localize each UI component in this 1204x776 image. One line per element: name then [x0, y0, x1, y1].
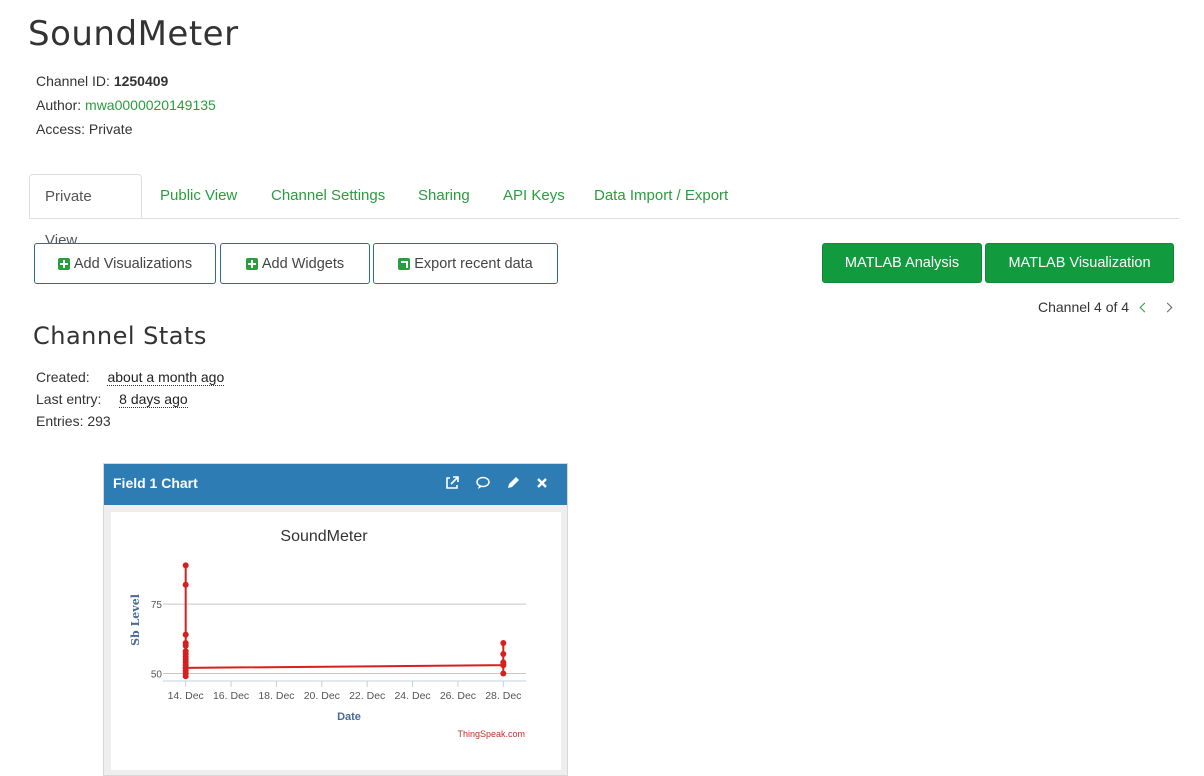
- data-point: [182, 631, 189, 638]
- tab-data-import-export[interactable]: Data Import / Export: [579, 174, 743, 217]
- data-point: [182, 664, 189, 671]
- access-row: Access: Private: [36, 121, 132, 137]
- comment-icon[interactable]: [475, 475, 491, 491]
- author-row: Author: mwa0000020149135: [36, 97, 216, 113]
- channel-stats-heading: Channel Stats: [33, 322, 207, 350]
- entries-row: Entries: 293: [36, 413, 111, 429]
- x-tick-label: 18. Dec: [258, 690, 294, 702]
- data-point: [182, 670, 189, 677]
- x-tick-label: 14. Dec: [168, 690, 204, 702]
- tab-public-view[interactable]: Public View: [145, 174, 252, 217]
- last-entry-label: Last entry:: [36, 391, 102, 407]
- series-line: [184, 565, 505, 677]
- created-value: about a month ago: [107, 369, 225, 386]
- plus-icon: [57, 257, 70, 270]
- matlab-analysis-button[interactable]: MATLAB Analysis: [822, 243, 982, 283]
- external-link-icon[interactable]: [444, 475, 460, 491]
- plus-icon: [245, 257, 258, 270]
- data-point: [500, 651, 507, 658]
- x-tick-label: 20. Dec: [304, 690, 340, 702]
- data-point: [182, 562, 189, 569]
- data-point: [182, 581, 189, 588]
- close-icon[interactable]: [534, 475, 550, 491]
- x-tick-label: 24. Dec: [394, 690, 430, 702]
- x-tick-label: 22. Dec: [349, 690, 385, 702]
- author-label: Author:: [36, 97, 82, 113]
- add-visualizations-button[interactable]: Add Visualizations: [34, 243, 216, 284]
- pager-text: Channel 4 of 4: [1038, 299, 1130, 315]
- channel-title: SoundMeter: [28, 14, 239, 54]
- chart-title: SoundMeter: [280, 528, 368, 545]
- panel-title: Field 1 Chart: [113, 475, 198, 491]
- access-value: Private: [88, 121, 133, 137]
- channel-id-value: 1250409: [113, 73, 169, 89]
- y-tick-label: 75: [151, 600, 163, 611]
- x-tick-label: 26. Dec: [440, 690, 476, 702]
- tab-api-keys[interactable]: API Keys: [488, 174, 580, 217]
- add-visualizations-label: Add Visualizations: [73, 255, 193, 272]
- chart-credit[interactable]: ThingSpeak.com: [457, 729, 525, 739]
- data-point: [500, 639, 507, 646]
- channel-id-label: Channel ID:: [36, 73, 110, 89]
- tab-private-view[interactable]: Private View: [29, 174, 142, 249]
- channel-pager: Channel 4 of 4: [1038, 299, 1173, 315]
- export-recent-data-label: Export recent data: [414, 255, 533, 272]
- chart-svg: SoundMeter Sb Level Date ThingSpeak.com …: [129, 528, 526, 739]
- matlab-visualization-button[interactable]: MATLAB Visualization: [985, 243, 1174, 283]
- last-entry-row: Last entry: 8 days ago: [36, 391, 188, 408]
- x-axis-label: Date: [337, 711, 361, 723]
- add-widgets-button[interactable]: Add Widgets: [220, 243, 370, 284]
- y-axis-label: Sb Level: [129, 594, 142, 646]
- export-recent-data-button[interactable]: Export recent data: [373, 243, 558, 284]
- author-link[interactable]: mwa0000020149135: [85, 97, 216, 113]
- chart-container: SoundMeter Sb Level Date ThingSpeak.com …: [111, 512, 561, 770]
- y-tick-label: 50: [151, 669, 163, 680]
- field-1-chart-panel: Field 1 Chart SoundMeter Sb Level Date T…: [103, 463, 568, 776]
- data-point: [500, 662, 507, 669]
- entries-value: 293: [87, 413, 111, 429]
- entries-label: Entries:: [36, 413, 84, 429]
- last-entry-value: 8 days ago: [119, 391, 188, 408]
- chevron-right-icon[interactable]: [1162, 302, 1173, 312]
- created-label: Created:: [36, 369, 90, 385]
- tab-channel-settings[interactable]: Channel Settings: [256, 174, 400, 217]
- tab-sharing[interactable]: Sharing: [403, 174, 485, 217]
- pencil-icon[interactable]: [505, 475, 521, 491]
- data-point: [500, 670, 507, 677]
- add-widgets-label: Add Widgets: [261, 255, 345, 272]
- x-tick-label: 16. Dec: [213, 690, 249, 702]
- created-row: Created: about a month ago: [36, 369, 225, 386]
- chevron-left-icon[interactable]: [1139, 302, 1150, 312]
- data-point: [182, 642, 189, 649]
- x-tick-label: 28. Dec: [485, 690, 521, 702]
- export-icon: [398, 257, 411, 270]
- panel-header: Field 1 Chart: [104, 464, 567, 505]
- channel-id-row: Channel ID: 1250409: [36, 73, 168, 89]
- channel-tabs: Private View Public View Channel Setting…: [29, 174, 1179, 249]
- access-label: Access:: [36, 121, 86, 137]
